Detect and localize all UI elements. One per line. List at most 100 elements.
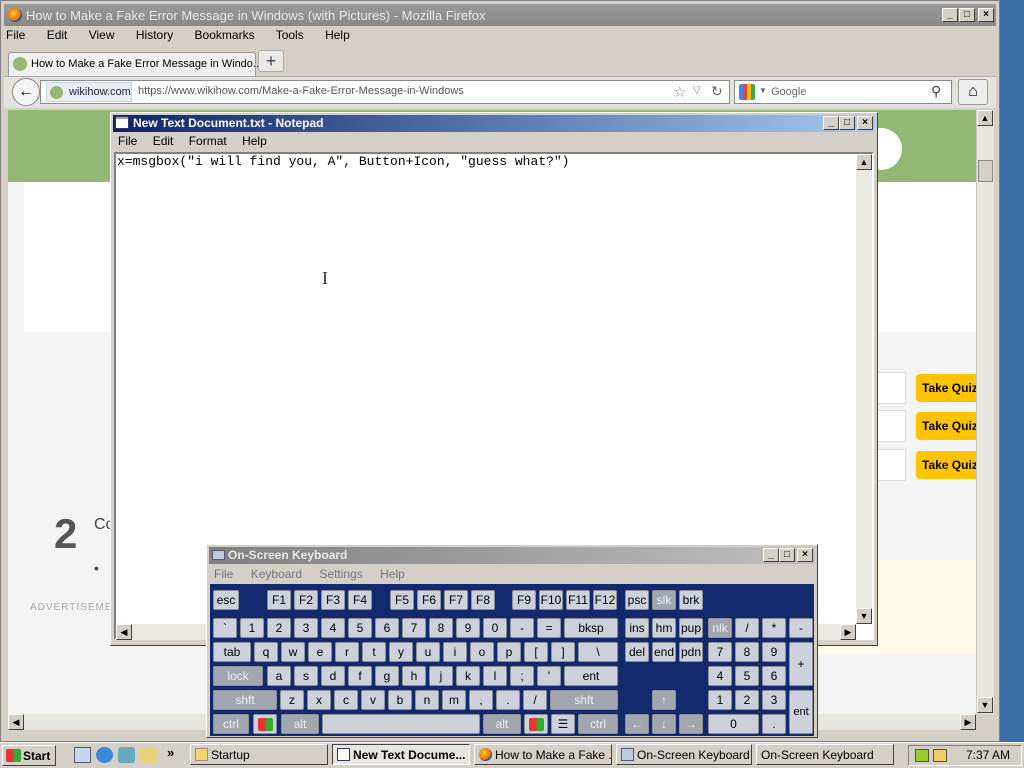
key-page-up[interactable]: pup bbox=[679, 618, 703, 638]
scroll-left-arrow-icon[interactable]: ◀ bbox=[116, 624, 132, 640]
key-left-alt[interactable]: alt bbox=[281, 714, 319, 734]
key-o[interactable]: o bbox=[470, 642, 494, 662]
menu-file[interactable]: File bbox=[6, 28, 25, 42]
key-enter[interactable]: ent bbox=[564, 666, 618, 686]
scroll-down-arrow-icon[interactable]: ▼ bbox=[856, 608, 872, 624]
key-num-1[interactable]: 1 bbox=[708, 690, 732, 710]
taskbar-button-osk[interactable]: On-Screen Keyboard bbox=[616, 744, 752, 765]
search-icon[interactable]: ⚲ bbox=[931, 83, 941, 100]
key-u[interactable]: u bbox=[416, 642, 440, 662]
osk-menu-help[interactable]: Help bbox=[380, 567, 405, 581]
key-f1[interactable]: F1 bbox=[267, 590, 291, 610]
key-j[interactable]: j bbox=[429, 666, 453, 686]
key-home[interactable]: hm bbox=[652, 618, 676, 638]
key-windows[interactable] bbox=[253, 714, 277, 734]
key-end[interactable]: end bbox=[652, 642, 676, 662]
internet-explorer-icon[interactable] bbox=[96, 747, 113, 763]
key-h[interactable]: h bbox=[402, 666, 426, 686]
take-quiz-button[interactable]: Take Quiz bbox=[916, 412, 984, 440]
key-x[interactable]: x bbox=[307, 690, 331, 710]
key-f2[interactable]: F2 bbox=[294, 590, 318, 610]
maximize-button[interactable]: □ bbox=[959, 8, 975, 22]
key-f9[interactable]: F9 bbox=[512, 590, 536, 610]
key-f11[interactable]: F11 bbox=[566, 590, 590, 610]
key-insert[interactable]: ins bbox=[625, 618, 649, 638]
key-num-5[interactable]: 5 bbox=[735, 666, 759, 686]
key-num-2[interactable]: 2 bbox=[735, 690, 759, 710]
key-num-9[interactable]: 9 bbox=[762, 642, 786, 662]
scroll-up-arrow-icon[interactable]: ▲ bbox=[977, 110, 993, 126]
key-c[interactable]: c bbox=[334, 690, 358, 710]
start-button[interactable]: Start bbox=[2, 745, 56, 766]
key-num-plus[interactable]: + bbox=[789, 642, 813, 686]
key-5[interactable]: 5 bbox=[348, 618, 372, 638]
key-1[interactable]: 1 bbox=[240, 618, 264, 638]
page-vertical-scrollbar[interactable]: ▲ ▼ bbox=[976, 110, 994, 714]
notepad-close-button[interactable]: × bbox=[857, 116, 873, 130]
key-num-7[interactable]: 7 bbox=[708, 642, 732, 662]
key-num-6[interactable]: 6 bbox=[762, 666, 786, 686]
notepad-menu-file[interactable]: File bbox=[118, 134, 137, 148]
osk-close-button[interactable]: × bbox=[797, 548, 813, 562]
key-f3[interactable]: F3 bbox=[321, 590, 345, 610]
key-right-ctrl[interactable]: ctrl bbox=[578, 714, 618, 734]
search-box[interactable]: ▼ Google ⚲ bbox=[734, 80, 952, 104]
home-button[interactable]: ⌂ bbox=[958, 79, 988, 105]
key-menu[interactable]: ☰ bbox=[551, 714, 575, 734]
key-right-windows[interactable] bbox=[524, 714, 548, 734]
search-engine-dropdown-icon[interactable]: ▼ bbox=[759, 86, 767, 95]
quicklaunch-more-icon[interactable]: » bbox=[167, 745, 174, 760]
key-d[interactable]: d bbox=[321, 666, 345, 686]
key-f7[interactable]: F7 bbox=[444, 590, 468, 610]
key-f[interactable]: f bbox=[348, 666, 372, 686]
url-text[interactable]: https://www.wikihow.com/Make-a-Fake-Erro… bbox=[138, 85, 464, 97]
key-t[interactable]: t bbox=[362, 642, 386, 662]
key-3[interactable]: 3 bbox=[294, 618, 318, 638]
reload-icon[interactable]: ↻ bbox=[711, 83, 723, 100]
key-a[interactable]: a bbox=[267, 666, 291, 686]
key-0[interactable]: 0 bbox=[483, 618, 507, 638]
key-up-arrow[interactable]: ↑ bbox=[652, 690, 676, 710]
notepad-content[interactable]: x=msgbox("i will find you, A", Button+Ic… bbox=[117, 154, 569, 169]
key-num-decimal[interactable]: . bbox=[762, 714, 786, 734]
key-n[interactable]: n bbox=[415, 690, 439, 710]
key-num-minus[interactable]: - bbox=[789, 618, 813, 638]
scroll-down-arrow-icon[interactable]: ▼ bbox=[977, 697, 993, 713]
key-4[interactable]: 4 bbox=[321, 618, 345, 638]
key-page-down[interactable]: pdn bbox=[679, 642, 703, 662]
key-num-multiply[interactable]: * bbox=[762, 618, 786, 638]
osk-minimize-button[interactable]: _ bbox=[763, 548, 779, 562]
osk-menu-keyboard[interactable]: Keyboard bbox=[251, 567, 302, 581]
clock[interactable]: 7:37 AM bbox=[966, 748, 1010, 762]
key-down-arrow[interactable]: ↓ bbox=[652, 714, 676, 734]
site-identity-badge[interactable]: wikihow.com bbox=[46, 82, 132, 102]
key-q[interactable]: q bbox=[254, 642, 278, 662]
key-left-arrow[interactable]: ← bbox=[625, 714, 649, 734]
key-semicolon[interactable]: ; bbox=[510, 666, 534, 686]
key-f5[interactable]: F5 bbox=[390, 590, 414, 610]
notepad-vertical-scrollbar[interactable]: ▲ ▼ bbox=[856, 154, 872, 624]
key-k[interactable]: k bbox=[456, 666, 480, 686]
menu-history[interactable]: History bbox=[136, 28, 173, 42]
taskbar-button-osk-2[interactable]: On-Screen Keyboard bbox=[756, 744, 894, 765]
key-tab[interactable]: tab bbox=[213, 642, 251, 662]
notepad-maximize-button[interactable]: □ bbox=[839, 116, 855, 130]
key-num-4[interactable]: 4 bbox=[708, 666, 732, 686]
notepad-minimize-button[interactable]: _ bbox=[823, 116, 839, 130]
notepad-title-bar[interactable]: New Text Document.txt - Notepad _ □ × bbox=[113, 115, 875, 132]
key-equals[interactable]: = bbox=[537, 618, 561, 638]
key-comma[interactable]: , bbox=[469, 690, 493, 710]
key-6[interactable]: 6 bbox=[375, 618, 399, 638]
taskbar-button-firefox[interactable]: How to Make a Fake ... bbox=[474, 744, 612, 765]
osk-maximize-button[interactable]: □ bbox=[779, 548, 795, 562]
media-player-icon[interactable] bbox=[118, 747, 135, 763]
scroll-left-arrow-icon[interactable]: ◀ bbox=[8, 714, 24, 730]
scroll-right-arrow-icon[interactable]: ▶ bbox=[840, 624, 856, 640]
key-caps-lock[interactable]: lock bbox=[213, 666, 263, 686]
key-num-3[interactable]: 3 bbox=[762, 690, 786, 710]
scroll-up-arrow-icon[interactable]: ▲ bbox=[856, 154, 872, 170]
key-print-screen[interactable]: psc bbox=[625, 590, 649, 610]
key-break[interactable]: brk bbox=[679, 590, 703, 610]
key-right-arrow[interactable]: → bbox=[679, 714, 703, 734]
notepad-menu-format[interactable]: Format bbox=[189, 134, 227, 148]
